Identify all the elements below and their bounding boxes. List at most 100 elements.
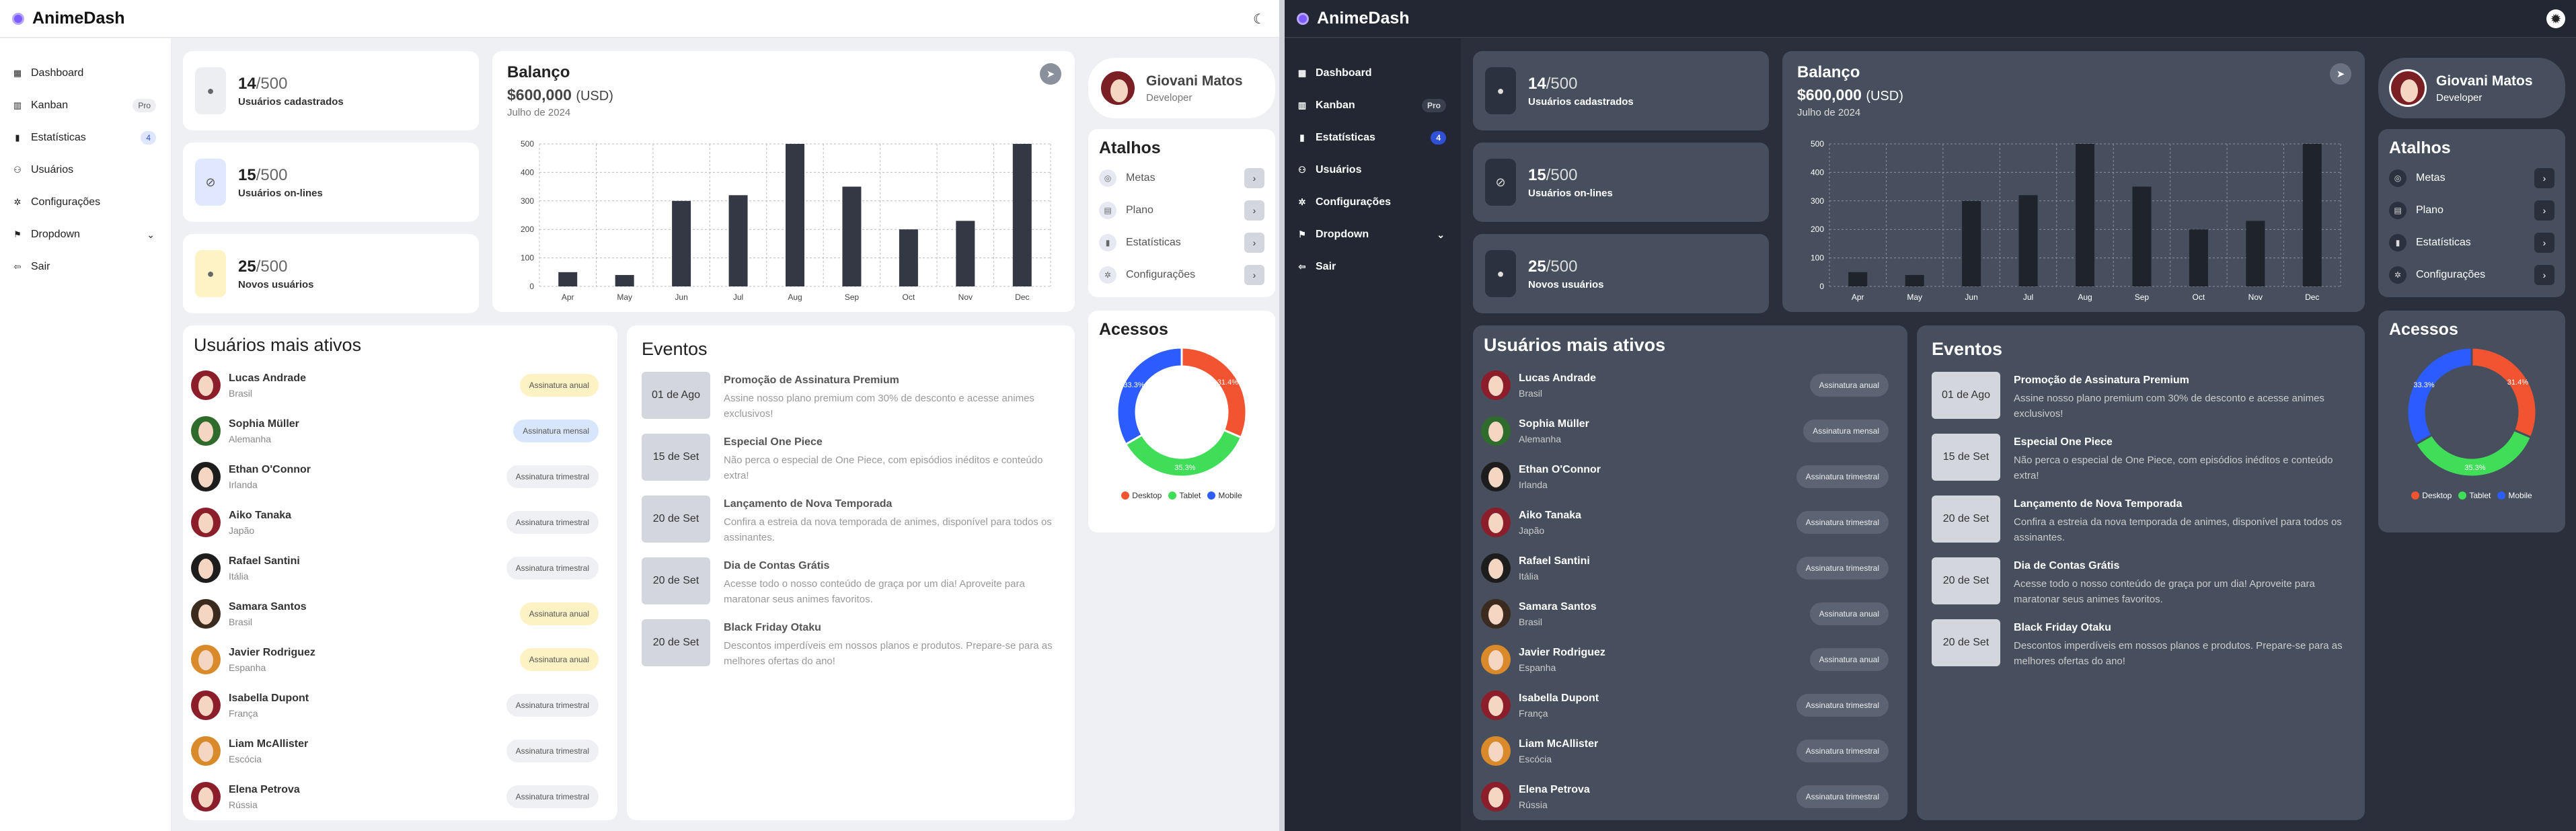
legend-item[interactable]: Tablet [2458,491,2491,500]
slice-label: 33.3% [2413,381,2434,389]
user-country: França [1519,707,1548,719]
table-row[interactable]: Lucas Andrade Brasil Assinatura anual [1481,362,1899,408]
chevron-right-icon[interactable]: › [1244,233,1264,253]
x-tick-label: Nov [958,292,973,302]
nav-badge: 4 [141,131,156,145]
moon-icon[interactable]: ☾ [1250,9,1268,28]
list-item[interactable]: 15 de Set Especial One Piece Não perca o… [642,434,1060,496]
table-row[interactable]: Ethan O'Connor Irlanda Assinatura trimes… [1481,454,1899,500]
table-row[interactable]: Liam McAllister Escócia Assinatura trime… [1481,728,1899,774]
profile-card[interactable]: Giovani Matos Developer [1088,58,1275,118]
y-tick-label: 300 [521,196,534,206]
shortcut-target[interactable]: ◎ Metas › [1099,162,1264,194]
sidebar-item-dashboard[interactable]: ▦ Dashboard [0,57,171,89]
user-country: Japão [1519,524,1545,536]
table-row[interactable]: Javier Rodriguez Espanha Assinatura anua… [1481,637,1899,682]
shortcut-gear[interactable]: ✲ Configurações › [2389,259,2554,291]
table-row[interactable]: Isabella Dupont França Assinatura trimes… [1481,682,1899,728]
legend-item[interactable]: Desktop [2411,491,2452,500]
list-item[interactable]: 20 de Set Lançamento de Nova Temporada C… [1932,496,2350,557]
table-row[interactable]: Rafael Santini Itália Assinatura trimest… [1481,545,1899,591]
legend-item[interactable]: Desktop [1121,491,1162,500]
send-icon[interactable]: ➤ [2330,63,2351,85]
chevron-right-icon[interactable]: › [1244,265,1264,285]
sidebar-item-dropdown[interactable]: ⚑ Dropdown ⌄ [1285,219,1461,251]
send-icon[interactable]: ➤ [1040,63,1061,85]
event-date: 20 de Set [1932,496,2000,543]
stat-value: 14/500 [238,74,288,93]
chevron-right-icon[interactable]: › [1244,168,1264,188]
shortcut-chart[interactable]: ▮ Estatísticas › [1099,227,1264,259]
table-row[interactable]: Elena Petrova Rússia Assinatura trimestr… [191,774,609,820]
chevron-right-icon[interactable]: › [1244,200,1264,221]
shortcuts-card: Atalhos ◎ Metas › ▤ Plano › ▮ Estatístic… [2378,129,2565,297]
chevron-down-icon[interactable]: ⌄ [147,229,155,241]
list-item[interactable]: 01 de Ago Promoção de Assinatura Premium… [1932,372,2350,434]
shortcuts-card: Atalhos ◎ Metas › ▤ Plano › ▮ Estatístic… [1088,129,1275,297]
sidebar-item-gear[interactable]: ✲ Configurações [0,186,171,219]
table-row[interactable]: Samara Santos Brasil Assinatura anual [1481,591,1899,637]
table-row[interactable]: Ethan O'Connor Irlanda Assinatura trimes… [191,454,609,500]
chevron-right-icon[interactable]: › [2534,200,2554,221]
sidebar-item-users[interactable]: ⚇ Usuários [0,154,171,186]
avatar [191,462,221,491]
status-badge: Assinatura trimestral [506,740,599,762]
profile-card[interactable]: Giovani Matos Developer [2378,58,2565,118]
table-row[interactable]: Elena Petrova Rússia Assinatura trimestr… [1481,774,1899,820]
app-brand[interactable]: AnimeDash [12,9,125,28]
list-item[interactable]: 20 de Set Dia de Contas Grátis Acesse to… [642,557,1060,619]
sun-icon[interactable]: ✹ [2546,9,2565,28]
sidebar-item-kanban[interactable]: ▥ Kanban Pro [1285,89,1461,122]
table-row[interactable]: Samara Santos Brasil Assinatura anual [191,591,609,637]
sidebar-item-logout[interactable]: ⇦ Sair [1285,251,1461,283]
list-item[interactable]: 20 de Set Lançamento de Nova Temporada C… [642,496,1060,557]
chevron-right-icon[interactable]: › [2534,168,2554,188]
shortcut-calendar[interactable]: ▤ Plano › [1099,194,1264,227]
sidebar-item-stats[interactable]: ▮ Estatísticas 4 [0,122,171,154]
shortcut-gear[interactable]: ✲ Configurações › [1099,259,1264,291]
sidebar-item-label: Configurações [31,196,101,208]
list-item[interactable]: 20 de Set Black Friday Otaku Descontos i… [1932,619,2350,681]
table-row[interactable]: Rafael Santini Itália Assinatura trimest… [191,545,609,591]
list-item[interactable]: 20 de Set Dia de Contas Grátis Acesse to… [1932,557,2350,619]
y-tick-label: 200 [521,225,534,234]
list-item[interactable]: 20 de Set Black Friday Otaku Descontos i… [642,619,1060,681]
list-item[interactable]: 01 de Ago Promoção de Assinatura Premium… [642,372,1060,434]
avatar [191,508,221,537]
table-row[interactable]: Aiko Tanaka Japão Assinatura trimestral [191,500,609,545]
app-brand[interactable]: AnimeDash [1297,9,1410,28]
sidebar-item-dashboard[interactable]: ▦ Dashboard [1285,57,1461,89]
list-item[interactable]: 15 de Set Especial One Piece Não perca o… [1932,434,2350,496]
table-row[interactable]: Sophia Müller Alemanha Assinatura mensal [1481,408,1899,454]
sidebar-item-gear[interactable]: ✲ Configurações [1285,186,1461,219]
table-row[interactable]: Lucas Andrade Brasil Assinatura anual [191,362,609,408]
shortcut-target[interactable]: ◎ Metas › [2389,162,2554,194]
shortcut-calendar[interactable]: ▤ Plano › [2389,194,2554,227]
user-name: Lucas Andrade [1519,372,1596,384]
stats-icon: ▮ [1299,132,1305,143]
table-row[interactable]: Liam McAllister Escócia Assinatura trime… [191,728,609,774]
sidebar-item-logout[interactable]: ⇦ Sair [0,251,171,283]
legend-item[interactable]: Mobile [1207,491,1242,500]
x-tick-label: Aug [2078,292,2092,302]
chevron-right-icon[interactable]: › [2534,233,2554,253]
event-date: 20 de Set [642,557,710,604]
table-row[interactable]: Javier Rodriguez Espanha Assinatura anua… [191,637,609,682]
table-row[interactable]: Sophia Müller Alemanha Assinatura mensal [191,408,609,454]
shortcut-chart[interactable]: ▮ Estatísticas › [2389,227,2554,259]
chevron-down-icon[interactable]: ⌄ [1437,229,1445,241]
sidebar-item-users[interactable]: ⚇ Usuários [1285,154,1461,186]
legend-swatch [2411,491,2420,500]
legend-item[interactable]: Mobile [2497,491,2532,500]
user-country: Espanha [1519,662,1556,673]
sidebar-item-dropdown[interactable]: ⚑ Dropdown ⌄ [0,219,171,251]
chevron-right-icon[interactable]: › [2534,265,2554,285]
table-row[interactable]: Isabella Dupont França Assinatura trimes… [191,682,609,728]
legend-item[interactable]: Tablet [1168,491,1201,500]
event-description: Confira a estreia da nova temporada de a… [2014,516,2342,543]
sidebar-item-kanban[interactable]: ▥ Kanban Pro [0,89,171,122]
dark-theme-panel: AnimeDash ✹ ▦ Dashboard ▥ Kanban Pro ▮ Es… [1285,0,2576,831]
bar [1905,275,1924,286]
table-row[interactable]: Aiko Tanaka Japão Assinatura trimestral [1481,500,1899,545]
sidebar-item-stats[interactable]: ▮ Estatísticas 4 [1285,122,1461,154]
